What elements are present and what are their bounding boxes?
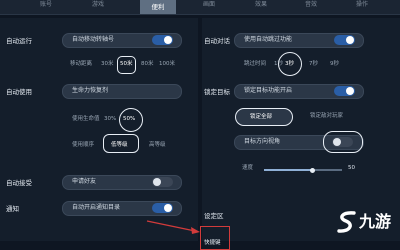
set-area-label: 设定区 [204, 212, 224, 220]
tab-sound[interactable]: 音效 [305, 2, 317, 8]
toggle-knob [346, 36, 354, 44]
lock-target-pill-text: 锁定目标功能开启 [244, 87, 293, 94]
hp-option-50[interactable]: 50% [123, 116, 135, 123]
target-direction-pill-text: 目标方向视角 [244, 138, 281, 145]
auto-run-pill-text: 自动移动转轴号 [72, 36, 115, 43]
skip-option-7[interactable]: 7秒 [309, 61, 318, 68]
skip-time-label: 跳过时间 [244, 61, 267, 67]
auto-use-label: 自动使用 [6, 88, 32, 96]
tab-graphics[interactable]: 画面 [203, 2, 215, 8]
lock-target-label: 锁定目标 [204, 88, 230, 96]
toggle-knob [346, 87, 354, 95]
auto-run-label: 自动运行 [6, 37, 32, 45]
notify-pill-text: 自动开启通知目录 [72, 204, 121, 211]
quick-key-label[interactable]: 快捷键 [204, 240, 221, 247]
toggle-knob [164, 204, 172, 212]
distance-option-80[interactable]: 80米 [141, 61, 154, 68]
auto-accept-toggle[interactable] [152, 177, 173, 187]
tab-effects[interactable]: 效果 [255, 2, 267, 8]
order-option-low[interactable]: 低等级 [111, 142, 128, 149]
lock-all-text: 锁定全部 [250, 114, 273, 120]
target-direction-toggle[interactable] [332, 137, 353, 147]
auto-dialog-pill[interactable]: 使用自动跳过功能 [234, 33, 364, 48]
auto-accept-label: 自动接受 [6, 179, 32, 187]
auto-dialog-pill-text: 使用自动跳过功能 [244, 36, 293, 43]
watermark-text: 九游 [359, 212, 392, 231]
tab-controls[interactable]: 操作 [356, 2, 368, 8]
auto-use-pill-text: 生命力恢复剂 [72, 87, 109, 94]
tab-game[interactable]: 游戏 [92, 2, 104, 8]
watermark-logo: 九游 [336, 208, 398, 236]
auto-run-pill[interactable]: 自动移动转轴号 [62, 33, 182, 48]
distance-option-50[interactable]: 50米 [120, 61, 133, 68]
use-hp-label: 使用生命值 [72, 116, 100, 122]
lock-target-toggle[interactable] [334, 86, 355, 96]
speed-label: 速度 [242, 165, 254, 171]
red-arrow-annotation [146, 220, 200, 234]
skip-option-3[interactable]: 3秒 [285, 61, 294, 68]
auto-accept-pill[interactable]: 申请好友 [62, 175, 182, 190]
distance-option-100[interactable]: 100米 [159, 61, 175, 68]
toggle-knob [164, 36, 172, 44]
notify-label: 通知 [6, 205, 19, 213]
auto-dialog-toggle[interactable] [334, 35, 355, 45]
lock-target-pill[interactable]: 锁定目标功能开启 [234, 84, 364, 99]
lock-enemy-option[interactable]: 锁定敌对玩家 [310, 113, 343, 120]
tab-account[interactable]: 账号 [40, 2, 52, 8]
toggle-knob [153, 178, 161, 186]
watermark-s-icon [337, 211, 356, 233]
auto-use-pill[interactable]: 生命力恢复剂 [62, 84, 182, 99]
order-option-high[interactable]: 高等级 [149, 142, 166, 149]
move-distance-label: 移动距离 [70, 61, 93, 67]
left-settings-panel: 自动运行 自动移动转轴号 移动距离 30米 50米 80米 100米 自动使用 … [0, 18, 198, 241]
distance-option-30[interactable]: 30米 [101, 61, 114, 68]
notify-pill[interactable]: 自动开启通知目录 [62, 201, 182, 216]
auto-accept-pill-text: 申请好友 [72, 178, 97, 185]
hp-option-30[interactable]: 30% [104, 116, 116, 123]
speed-slider-fill [264, 169, 313, 171]
tab-bar: 账号 游戏 便利 画面 效果 音效 操作 [0, 0, 400, 15]
notify-toggle[interactable] [152, 203, 173, 213]
use-order-label: 使用顺序 [72, 142, 95, 148]
lock-all-option[interactable]: 锁定全部 [235, 108, 293, 126]
auto-dialog-label: 自动对话 [204, 37, 230, 45]
speed-slider-handle[interactable] [309, 167, 315, 173]
toggle-knob [333, 138, 341, 146]
auto-run-toggle[interactable] [152, 35, 173, 45]
tab-convenience[interactable]: 便利 [140, 0, 176, 14]
speed-value: 50 [348, 165, 355, 171]
skip-option-9[interactable]: 9秒 [330, 61, 339, 68]
speed-slider[interactable] [264, 167, 342, 173]
